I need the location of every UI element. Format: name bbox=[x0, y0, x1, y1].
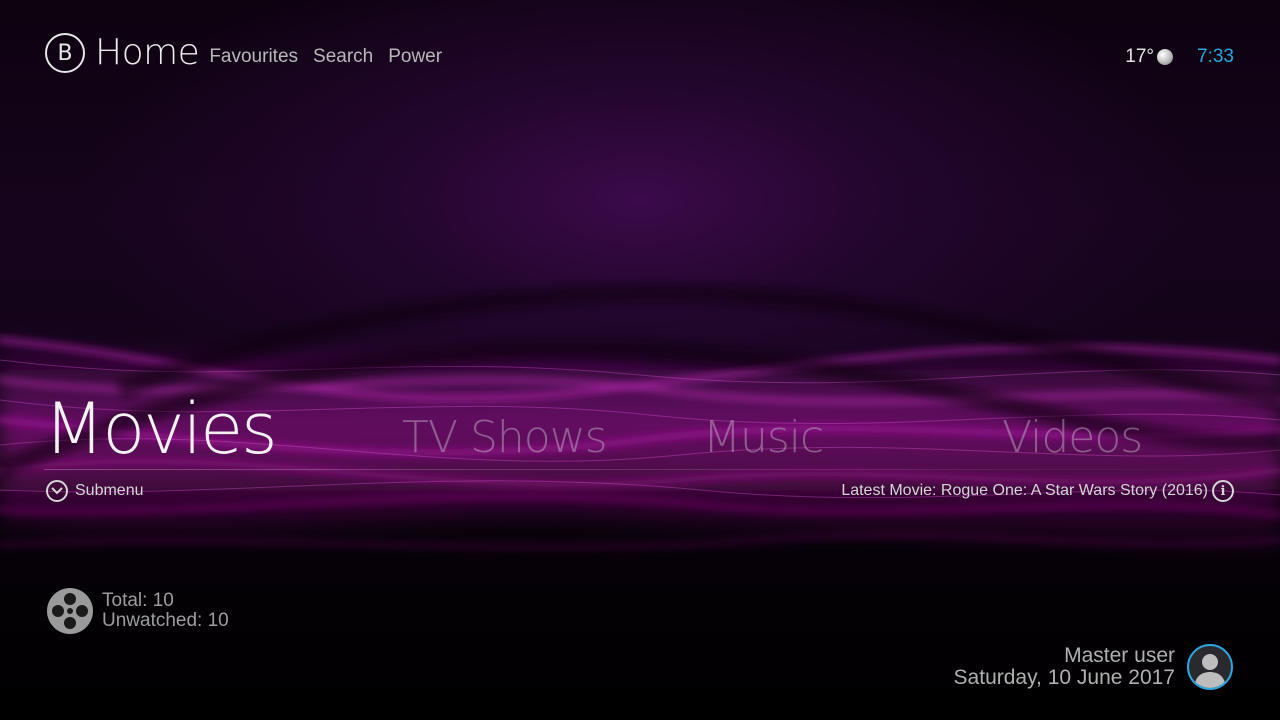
main-menu: Movies TV Shows Music Videos bbox=[0, 380, 1280, 480]
stats-text: Total: 10 Unwatched: 10 bbox=[102, 591, 229, 631]
chevron-down-circle-icon bbox=[46, 480, 68, 502]
latest-movie[interactable]: Latest Movie: Rogue One: A Star Wars Sto… bbox=[841, 480, 1234, 502]
film-reel-icon bbox=[47, 588, 93, 634]
weather-cloudy-icon bbox=[1157, 49, 1174, 65]
status-bar: 17° 7:33 bbox=[1125, 46, 1234, 68]
unwatched-count: Unwatched: 10 bbox=[102, 610, 229, 631]
logo-icon: B bbox=[45, 33, 85, 73]
menu-item-tv-shows[interactable]: TV Shows bbox=[402, 412, 608, 463]
menu-divider bbox=[44, 469, 1234, 470]
total-count: Total: 10 bbox=[102, 590, 174, 611]
submenu-label: Submenu bbox=[75, 482, 144, 499]
nav-favourites[interactable]: Favourites bbox=[209, 46, 298, 68]
current-date: Saturday, 10 June 2017 bbox=[953, 666, 1175, 689]
latest-movie-text: Latest Movie: Rogue One: A Star Wars Sto… bbox=[841, 482, 1208, 499]
menu-item-music[interactable]: Music bbox=[703, 412, 824, 463]
user-info[interactable]: Master user Saturday, 10 June 2017 bbox=[954, 644, 1233, 690]
user-avatar-icon[interactable] bbox=[1187, 644, 1233, 690]
clock: 7:33 bbox=[1197, 46, 1234, 67]
submenu-button[interactable]: Submenu bbox=[46, 480, 144, 502]
home-screen: B Home Favourites Search Power 17° 7:33 … bbox=[0, 0, 1280, 720]
page-title: Home bbox=[95, 32, 200, 73]
header: B Home Favourites Search Power bbox=[45, 33, 457, 73]
menu-item-videos[interactable]: Videos bbox=[1002, 412, 1143, 463]
user-text: Master user Saturday, 10 June 2017 bbox=[954, 645, 1175, 689]
library-stats: Total: 10 Unwatched: 10 bbox=[47, 588, 229, 634]
menu-item-movies[interactable]: Movies bbox=[44, 388, 278, 470]
temperature: 17° bbox=[1125, 46, 1155, 67]
nav-search[interactable]: Search bbox=[313, 46, 373, 68]
nav-power[interactable]: Power bbox=[388, 46, 442, 68]
info-circle-icon: i bbox=[1212, 480, 1234, 502]
top-nav: Favourites Search Power bbox=[209, 46, 457, 68]
user-name: Master user bbox=[1064, 644, 1175, 667]
